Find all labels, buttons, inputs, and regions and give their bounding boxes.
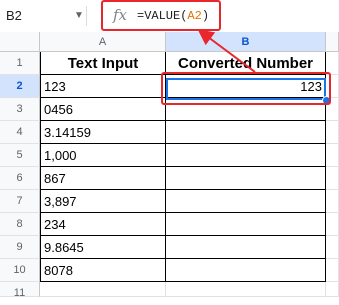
- cell-a5[interactable]: 1,000: [40, 144, 166, 167]
- cell-c6[interactable]: [326, 167, 339, 190]
- cell-b5[interactable]: [166, 144, 326, 167]
- row-header-7[interactable]: 7: [0, 190, 40, 213]
- cell-a7[interactable]: 3,897: [40, 190, 166, 213]
- result-callout-box: [161, 72, 331, 105]
- row-header-2[interactable]: 2: [0, 75, 40, 98]
- cell-a4[interactable]: 3.14159: [40, 121, 166, 144]
- row-header-5[interactable]: 5: [0, 144, 40, 167]
- row-header-9[interactable]: 9: [0, 236, 40, 259]
- select-all-corner[interactable]: [0, 32, 40, 52]
- cell-b10[interactable]: [166, 259, 326, 282]
- name-box[interactable]: B2: [0, 0, 68, 32]
- cell-c8[interactable]: [326, 213, 339, 236]
- column-header-c[interactable]: [326, 32, 339, 52]
- formula-callout-box: fx =VALUE(A2): [101, 0, 221, 31]
- cell-b11[interactable]: [166, 282, 326, 297]
- cell-c5[interactable]: [326, 144, 339, 167]
- row-header-3[interactable]: 3: [0, 98, 40, 121]
- cell-c9[interactable]: [326, 236, 339, 259]
- cell-a6[interactable]: 867: [40, 167, 166, 190]
- row-header-11[interactable]: 11: [0, 282, 40, 299]
- formula-bar: B2 ▼ fx =VALUE(A2): [0, 0, 339, 33]
- row-header-10[interactable]: 10: [0, 259, 40, 282]
- cell-b4[interactable]: [166, 121, 326, 144]
- cell-c10[interactable]: [326, 259, 339, 282]
- cell-a9[interactable]: 9.8645: [40, 236, 166, 259]
- cell-a10[interactable]: 8078: [40, 259, 166, 282]
- cell-a2[interactable]: 123: [40, 75, 166, 98]
- cell-a8[interactable]: 234: [40, 213, 166, 236]
- cell-a11[interactable]: [40, 282, 166, 297]
- formula-prefix: =VALUE(: [137, 9, 188, 23]
- cell-b7[interactable]: [166, 190, 326, 213]
- cell-b8[interactable]: [166, 213, 326, 236]
- row-header-8[interactable]: 8: [0, 213, 40, 236]
- cell-c4[interactable]: [326, 121, 339, 144]
- formula-reference: A2: [187, 9, 202, 23]
- formula-input[interactable]: =VALUE(A2): [137, 9, 209, 23]
- formula-suffix: ): [201, 9, 210, 23]
- row-header-6[interactable]: 6: [0, 167, 40, 190]
- row-header-1[interactable]: 1: [0, 52, 40, 75]
- formula-bar-divider: [86, 6, 87, 26]
- row-header-4[interactable]: 4: [0, 121, 40, 144]
- cell-c7[interactable]: [326, 190, 339, 213]
- fx-icon: fx: [113, 6, 128, 24]
- cell-c11[interactable]: [326, 282, 339, 297]
- name-box-dropdown-icon[interactable]: ▼: [74, 0, 84, 32]
- cell-b9[interactable]: [166, 236, 326, 259]
- cell-a3[interactable]: 0456: [40, 98, 166, 121]
- cell-a1[interactable]: Text Input: [40, 52, 166, 75]
- column-header-a[interactable]: A: [40, 32, 166, 52]
- column-header-b[interactable]: B: [166, 32, 326, 52]
- cell-b6[interactable]: [166, 167, 326, 190]
